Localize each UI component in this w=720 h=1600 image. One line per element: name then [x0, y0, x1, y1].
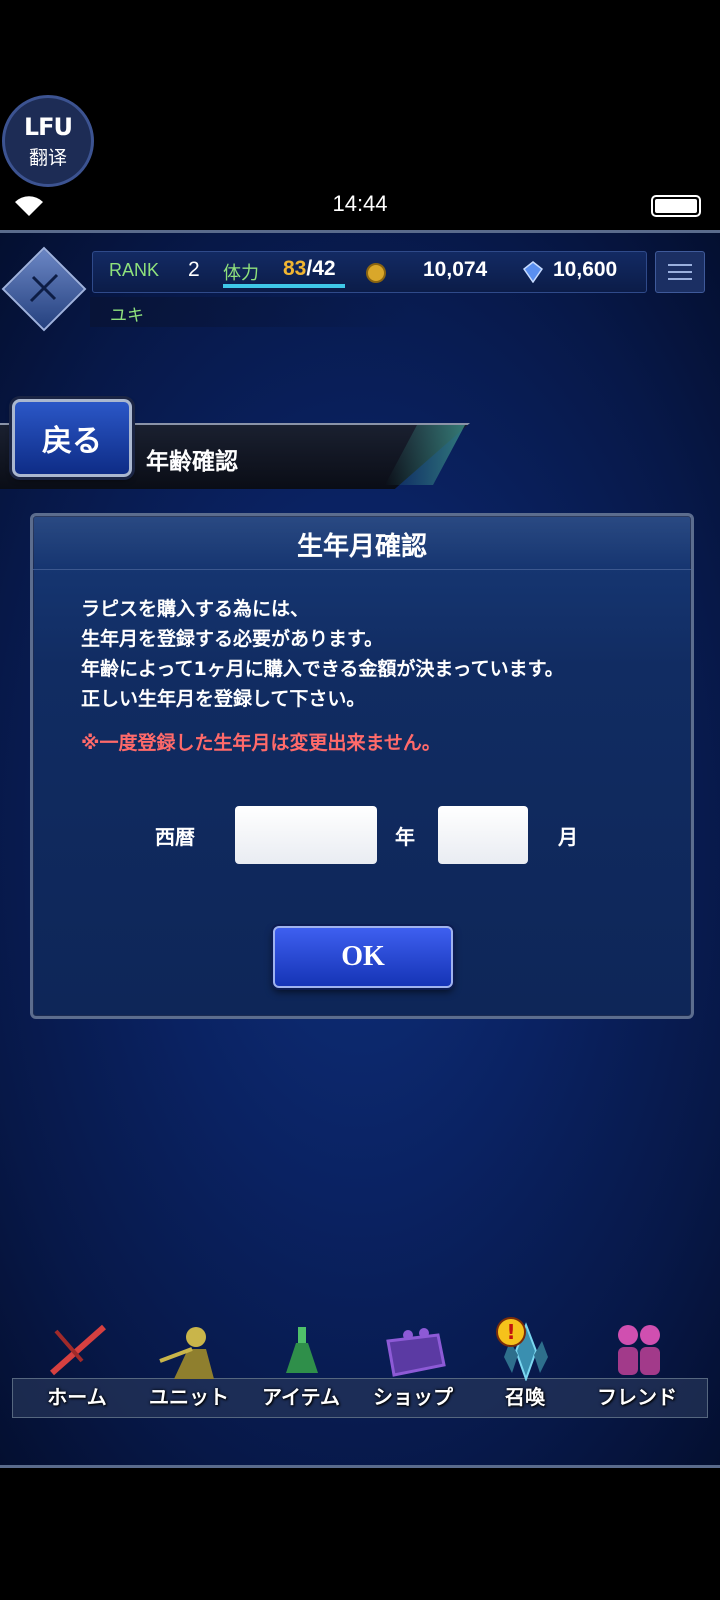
stamina-bar	[223, 284, 345, 288]
nav-friend[interactable]: フレンド	[582, 1321, 692, 1431]
lapis-value: 10,600	[553, 258, 618, 281]
rank-value: 2	[188, 258, 200, 281]
stamina-max: /42	[306, 257, 336, 280]
sword-icon	[50, 1324, 106, 1376]
translate-overlay-button[interactable]: ᒪFU 翻译	[2, 95, 94, 187]
page-title: 年齢確認	[146, 449, 238, 475]
battery-icon	[651, 195, 701, 217]
friends-icon	[618, 1325, 660, 1375]
nav-label: 召喚	[505, 1385, 545, 1409]
status-bar: 14:44	[0, 185, 720, 225]
gil-value: 10,074	[423, 258, 488, 281]
back-button[interactable]: 戻る	[12, 399, 132, 477]
nav-unit[interactable]: ユニット	[134, 1321, 244, 1431]
player-info-bar: RANK 2 体力 83/42 10,074 10,600	[92, 251, 647, 293]
dialog-title: 生年月確認	[296, 532, 427, 562]
warning-text: ※一度登録した生年月は変更出来ません。	[81, 732, 441, 754]
year-input[interactable]	[235, 806, 377, 864]
stamina-label: 体力	[223, 263, 259, 284]
body-line: 年齢によって1ヶ月に購入できる金額が決まっています。	[81, 658, 564, 680]
crossed-swords-icon	[29, 273, 59, 303]
warrior-icon	[159, 1327, 214, 1379]
nav-label: ショップ	[373, 1385, 453, 1409]
player-name: ユキ	[110, 306, 144, 326]
nav-summon[interactable]: ! 召喚	[470, 1317, 580, 1431]
status-time: 14:44	[332, 191, 388, 216]
era-label: 西暦	[155, 825, 195, 849]
summon-alert-badge: !	[496, 1317, 526, 1347]
game-screen: RANK 2 体力 83/42 10,074 10,600 ユキ 年齢確認 戻る…	[0, 230, 720, 1468]
lapis-gem-icon	[523, 261, 543, 283]
menu-button[interactable]	[655, 251, 705, 293]
year-unit-label: 年	[395, 825, 415, 849]
bottom-nav: ホーム ユニット アイテム ショップ ! 召喚 フレンド	[0, 1317, 720, 1456]
body-line: ラピスを購入する為には、	[81, 598, 310, 620]
stamina-bar-fill	[223, 284, 345, 288]
translate-label: 翻译	[28, 146, 67, 169]
stamina-current: 83	[283, 257, 307, 280]
nav-item-menu[interactable]: アイテム	[246, 1321, 356, 1431]
nav-shop[interactable]: ショップ	[358, 1321, 468, 1431]
body-line: 正しい生年月を登録して下さい。	[81, 688, 366, 710]
nav-label: ホーム	[47, 1385, 107, 1409]
nav-home[interactable]: ホーム	[22, 1321, 132, 1431]
nav-label: フレンド	[597, 1385, 677, 1409]
rank-label: RANK	[109, 260, 160, 280]
ok-button[interactable]: OK	[273, 926, 453, 988]
month-input[interactable]	[438, 806, 528, 864]
nav-label: アイテム	[262, 1385, 340, 1409]
dialog-body: ラピスを購入する為には、 生年月を登録する必要があります。 年齢によって1ヶ月に…	[81, 594, 671, 714]
nav-label: ユニット	[149, 1385, 229, 1409]
potion-icon	[286, 1327, 318, 1373]
gil-coin-icon	[366, 263, 386, 283]
shop-bag-icon	[386, 1328, 446, 1377]
menu-icon	[668, 264, 692, 266]
player-header: RANK 2 体力 83/42 10,074 10,600 ユキ	[0, 243, 720, 332]
body-line: 生年月を登録する必要があります。	[81, 628, 384, 650]
month-unit-label: 月	[558, 825, 578, 849]
translate-logo: ᒪFU	[24, 112, 73, 141]
stamina-value: 83/42	[283, 257, 336, 281]
birth-month-dialog: 生年月確認 ラピスを購入する為には、 生年月を登録する必要があります。 年齢によ…	[30, 513, 694, 1019]
